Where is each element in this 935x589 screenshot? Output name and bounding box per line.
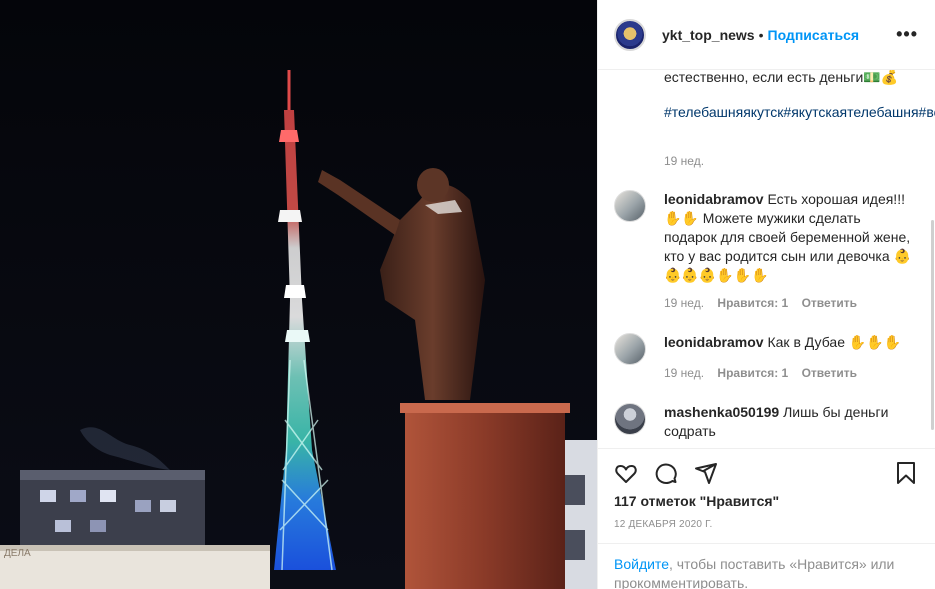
reply-button[interactable]: Ответить [802, 366, 857, 380]
comment-body: leonidabramov Как в Дубае ✋✋✋ [664, 333, 912, 352]
comment-time: 19 нед. [664, 296, 705, 310]
commenter-avatar[interactable] [614, 333, 646, 365]
post-side-panel: ykt_top_news • Подписаться ••• естествен… [597, 0, 935, 589]
post-photo[interactable]: ДЕЛА [0, 0, 597, 589]
post-date: 12 декабря 2020 г. [614, 519, 713, 530]
comment-meta: 19 нед. Нравится: 1 Ответить [664, 366, 857, 380]
comment-meta: 19 нед. Нравится: 1 Ответить [664, 296, 857, 310]
caption-time: 19 нед. [664, 154, 705, 168]
comment-icon[interactable] [654, 461, 678, 490]
login-prompt: Войдите, чтобы поставить «Нравится» или … [598, 543, 935, 589]
caption-hashtags[interactable]: #телебашняякутск#якутскаятелебашня#всёку… [664, 103, 935, 122]
comment-body: mashenka050199 Лишь бы деньги содрать [664, 403, 912, 441]
follow-button[interactable]: Подписаться [768, 27, 860, 43]
reply-button[interactable]: Ответить [802, 296, 857, 310]
comment-likes[interactable]: Нравится: 1 [717, 366, 788, 380]
shop-sign: ДЕЛА [4, 548, 31, 559]
tv-tower-night-scene: ДЕЛА [0, 0, 597, 589]
commenter-avatar[interactable] [614, 403, 646, 435]
more-options-icon[interactable]: ••• [896, 25, 918, 43]
comments-scrollbar[interactable] [931, 220, 934, 430]
author-avatar[interactable] [614, 18, 646, 51]
heart-icon[interactable] [614, 461, 638, 490]
header-separator: • [758, 26, 764, 43]
commenter-username[interactable]: leonidabramov [664, 191, 764, 207]
post-header: ykt_top_news • Подписаться ••• [598, 0, 935, 70]
caption-text: естественно, если есть деньги💵💰 [664, 70, 899, 85]
author-username[interactable]: ykt_top_news [662, 27, 755, 43]
post-actions: 117 отметок "Нравится" 12 декабря 2020 г… [598, 448, 935, 589]
comment-body: leonidabramov Есть хорошая идея!!! ✋✋ Мо… [664, 190, 912, 285]
comments-list[interactable]: естественно, если есть деньги💵💰 #телебаш… [598, 70, 935, 448]
comment-text: Как в Дубае ✋✋✋ [767, 334, 902, 350]
login-link[interactable]: Войдите [614, 556, 669, 572]
comment-time: 19 нед. [664, 366, 705, 380]
comment-likes[interactable]: Нравится: 1 [717, 296, 788, 310]
bookmark-icon[interactable] [894, 461, 918, 490]
commenter-username[interactable]: mashenka050199 [664, 404, 779, 420]
commenter-avatar[interactable] [614, 190, 646, 222]
share-icon[interactable] [694, 461, 718, 490]
commenter-username[interactable]: leonidabramov [664, 334, 764, 350]
likes-count[interactable]: 117 отметок "Нравится" [614, 493, 779, 509]
